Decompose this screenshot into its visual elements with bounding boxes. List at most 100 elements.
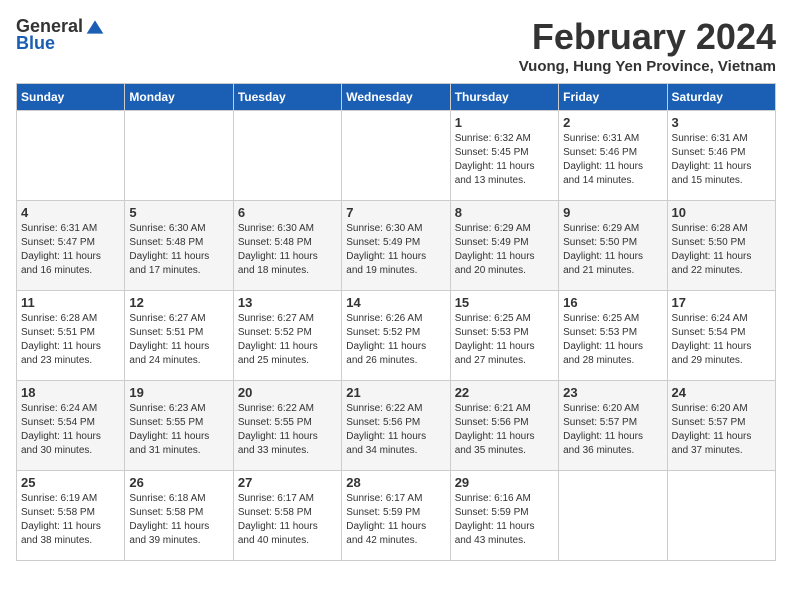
day-number: 9	[563, 205, 662, 220]
calendar-day-cell: 24Sunrise: 6:20 AM Sunset: 5:57 PM Dayli…	[667, 381, 775, 471]
day-info: Sunrise: 6:27 AM Sunset: 5:51 PM Dayligh…	[129, 312, 228, 368]
day-number: 20	[238, 385, 337, 400]
calendar-day-cell: 25 Sunrise: 6:19 AM Sunset: 5:58 PM Dayli…	[17, 471, 125, 561]
day-number: 19	[129, 385, 228, 400]
calendar-day-cell: 27 Sunrise: 6:17 AM Sunset: 5:58 PM Dayli…	[233, 471, 341, 561]
calendar-day-cell: 5 Sunrise: 6:30 AM Sunset: 5:48 PM Daylig…	[125, 201, 233, 291]
calendar-day-cell: 26 Sunrise: 6:18 AM Sunset: 5:58 PM Dayli…	[125, 471, 233, 561]
weekday-header-cell: Wednesday	[342, 84, 450, 111]
day-number: 15	[455, 295, 554, 310]
calendar-day-cell: 3 Sunrise: 6:31 AM Sunset: 5:46 PM Daylig…	[667, 111, 775, 201]
day-info: Sunrise: 6:27 AM Sunset: 5:52 PM Dayligh…	[238, 312, 337, 368]
weekday-header-cell: Saturday	[667, 84, 775, 111]
calendar-day-cell	[125, 111, 233, 201]
day-number: 26	[129, 475, 228, 490]
day-number: 28	[346, 475, 445, 490]
day-number: 12	[129, 295, 228, 310]
day-number: 7	[346, 205, 445, 220]
calendar-day-cell: 21Sunrise: 6:22 AM Sunset: 5:56 PM Dayli…	[342, 381, 450, 471]
weekday-header-cell: Friday	[559, 84, 667, 111]
day-info: Sunrise: 6:28 AM Sunset: 5:50 PM Dayligh…	[672, 222, 771, 278]
day-info: Sunrise: 6:17 AM Sunset: 5:58 PM Dayligh…	[238, 492, 337, 548]
calendar-table: SundayMondayTuesdayWednesdayThursdayFrid…	[16, 83, 776, 561]
day-info: Sunrise: 6:32 AM Sunset: 5:45 PM Dayligh…	[455, 132, 554, 188]
calendar-day-cell: 9 Sunrise: 6:29 AM Sunset: 5:50 PM Daylig…	[559, 201, 667, 291]
calendar-week-row: 18 Sunrise: 6:24 AM Sunset: 5:54 PM Dayli…	[17, 381, 776, 471]
calendar-day-cell: 22Sunrise: 6:21 AM Sunset: 5:56 PM Dayli…	[450, 381, 558, 471]
day-number: 14	[346, 295, 445, 310]
day-number: 2	[563, 115, 662, 130]
day-info: Sunrise: 6:16 AM Sunset: 5:59 PM Dayligh…	[455, 492, 554, 548]
calendar-day-cell	[559, 471, 667, 561]
calendar-day-cell	[667, 471, 775, 561]
calendar-day-cell: 16Sunrise: 6:25 AM Sunset: 5:53 PM Dayli…	[559, 291, 667, 381]
day-info: Sunrise: 6:25 AM Sunset: 5:53 PM Dayligh…	[563, 312, 662, 368]
day-number: 13	[238, 295, 337, 310]
day-info: Sunrise: 6:28 AM Sunset: 5:51 PM Dayligh…	[21, 312, 120, 368]
calendar-day-cell: 17 Sunrise: 6:24 AM Sunset: 5:54 PM Dayli…	[667, 291, 775, 381]
day-info: Sunrise: 6:24 AM Sunset: 5:54 PM Dayligh…	[672, 312, 771, 368]
calendar-day-cell: 7 Sunrise: 6:30 AM Sunset: 5:49 PM Daylig…	[342, 201, 450, 291]
day-number: 27	[238, 475, 337, 490]
weekday-header-cell: Monday	[125, 84, 233, 111]
weekday-header-cell: Sunday	[17, 84, 125, 111]
day-number: 25	[21, 475, 120, 490]
calendar-day-cell	[233, 111, 341, 201]
day-number: 24	[672, 385, 771, 400]
calendar-day-cell: 23 Sunrise: 6:20 AM Sunset: 5:57 PM Dayli…	[559, 381, 667, 471]
day-info: Sunrise: 6:23 AM Sunset: 5:55 PM Dayligh…	[129, 402, 228, 458]
calendar-week-row: 25 Sunrise: 6:19 AM Sunset: 5:58 PM Dayli…	[17, 471, 776, 561]
day-number: 3	[672, 115, 771, 130]
day-info: Sunrise: 6:31 AM Sunset: 5:46 PM Dayligh…	[672, 132, 771, 188]
weekday-header-cell: Thursday	[450, 84, 558, 111]
weekday-header-row: SundayMondayTuesdayWednesdayThursdayFrid…	[17, 84, 776, 111]
day-info: Sunrise: 6:30 AM Sunset: 5:48 PM Dayligh…	[238, 222, 337, 278]
calendar-day-cell	[17, 111, 125, 201]
day-number: 11	[21, 295, 120, 310]
calendar-day-cell: 29 Sunrise: 6:16 AM Sunset: 5:59 PM Dayli…	[450, 471, 558, 561]
calendar-day-cell: 20 Sunrise: 6:22 AM Sunset: 5:55 PM Dayli…	[233, 381, 341, 471]
day-info: Sunrise: 6:29 AM Sunset: 5:50 PM Dayligh…	[563, 222, 662, 278]
day-info: Sunrise: 6:29 AM Sunset: 5:49 PM Dayligh…	[455, 222, 554, 278]
month-title: February 2024	[519, 16, 776, 58]
day-number: 8	[455, 205, 554, 220]
day-number: 5	[129, 205, 228, 220]
calendar-day-cell: 1 Sunrise: 6:32 AM Sunset: 5:45 PM Daylig…	[450, 111, 558, 201]
day-number: 22	[455, 385, 554, 400]
calendar-week-row: 4 Sunrise: 6:31 AM Sunset: 5:47 PM Daylig…	[17, 201, 776, 291]
day-info: Sunrise: 6:31 AM Sunset: 5:46 PM Dayligh…	[563, 132, 662, 188]
day-info: Sunrise: 6:17 AM Sunset: 5:59 PM Dayligh…	[346, 492, 445, 548]
day-number: 10	[672, 205, 771, 220]
day-number: 21	[346, 385, 445, 400]
day-number: 6	[238, 205, 337, 220]
day-info: Sunrise: 6:30 AM Sunset: 5:48 PM Dayligh…	[129, 222, 228, 278]
location-title: Vuong, Hung Yen Province, Vietnam	[519, 58, 776, 75]
day-number: 18	[21, 385, 120, 400]
calendar-day-cell: 19 Sunrise: 6:23 AM Sunset: 5:55 PM Dayli…	[125, 381, 233, 471]
calendar-day-cell: 2 Sunrise: 6:31 AM Sunset: 5:46 PM Daylig…	[559, 111, 667, 201]
page-header: General Blue February 2024 Vuong, Hung Y…	[16, 16, 776, 75]
calendar-day-cell: 14Sunrise: 6:26 AM Sunset: 5:52 PM Dayli…	[342, 291, 450, 381]
day-info: Sunrise: 6:31 AM Sunset: 5:47 PM Dayligh…	[21, 222, 120, 278]
day-info: Sunrise: 6:19 AM Sunset: 5:58 PM Dayligh…	[21, 492, 120, 548]
calendar-week-row: 1 Sunrise: 6:32 AM Sunset: 5:45 PM Daylig…	[17, 111, 776, 201]
day-info: Sunrise: 6:20 AM Sunset: 5:57 PM Dayligh…	[563, 402, 662, 458]
day-number: 4	[21, 205, 120, 220]
day-info: Sunrise: 6:30 AM Sunset: 5:49 PM Dayligh…	[346, 222, 445, 278]
calendar-day-cell: 10 Sunrise: 6:28 AM Sunset: 5:50 PM Dayli…	[667, 201, 775, 291]
weekday-header-cell: Tuesday	[233, 84, 341, 111]
day-number: 29	[455, 475, 554, 490]
calendar-day-cell: 15Sunrise: 6:25 AM Sunset: 5:53 PM Dayli…	[450, 291, 558, 381]
calendar-day-cell: 18 Sunrise: 6:24 AM Sunset: 5:54 PM Dayli…	[17, 381, 125, 471]
calendar-body: 1 Sunrise: 6:32 AM Sunset: 5:45 PM Daylig…	[17, 111, 776, 561]
day-info: Sunrise: 6:22 AM Sunset: 5:55 PM Dayligh…	[238, 402, 337, 458]
logo-blue: Blue	[16, 33, 55, 54]
day-info: Sunrise: 6:24 AM Sunset: 5:54 PM Dayligh…	[21, 402, 120, 458]
calendar-day-cell: 8 Sunrise: 6:29 AM Sunset: 5:49 PM Daylig…	[450, 201, 558, 291]
day-number: 17	[672, 295, 771, 310]
calendar-day-cell	[342, 111, 450, 201]
day-info: Sunrise: 6:18 AM Sunset: 5:58 PM Dayligh…	[129, 492, 228, 548]
day-number: 23	[563, 385, 662, 400]
logo: General Blue	[16, 16, 105, 54]
day-number: 1	[455, 115, 554, 130]
